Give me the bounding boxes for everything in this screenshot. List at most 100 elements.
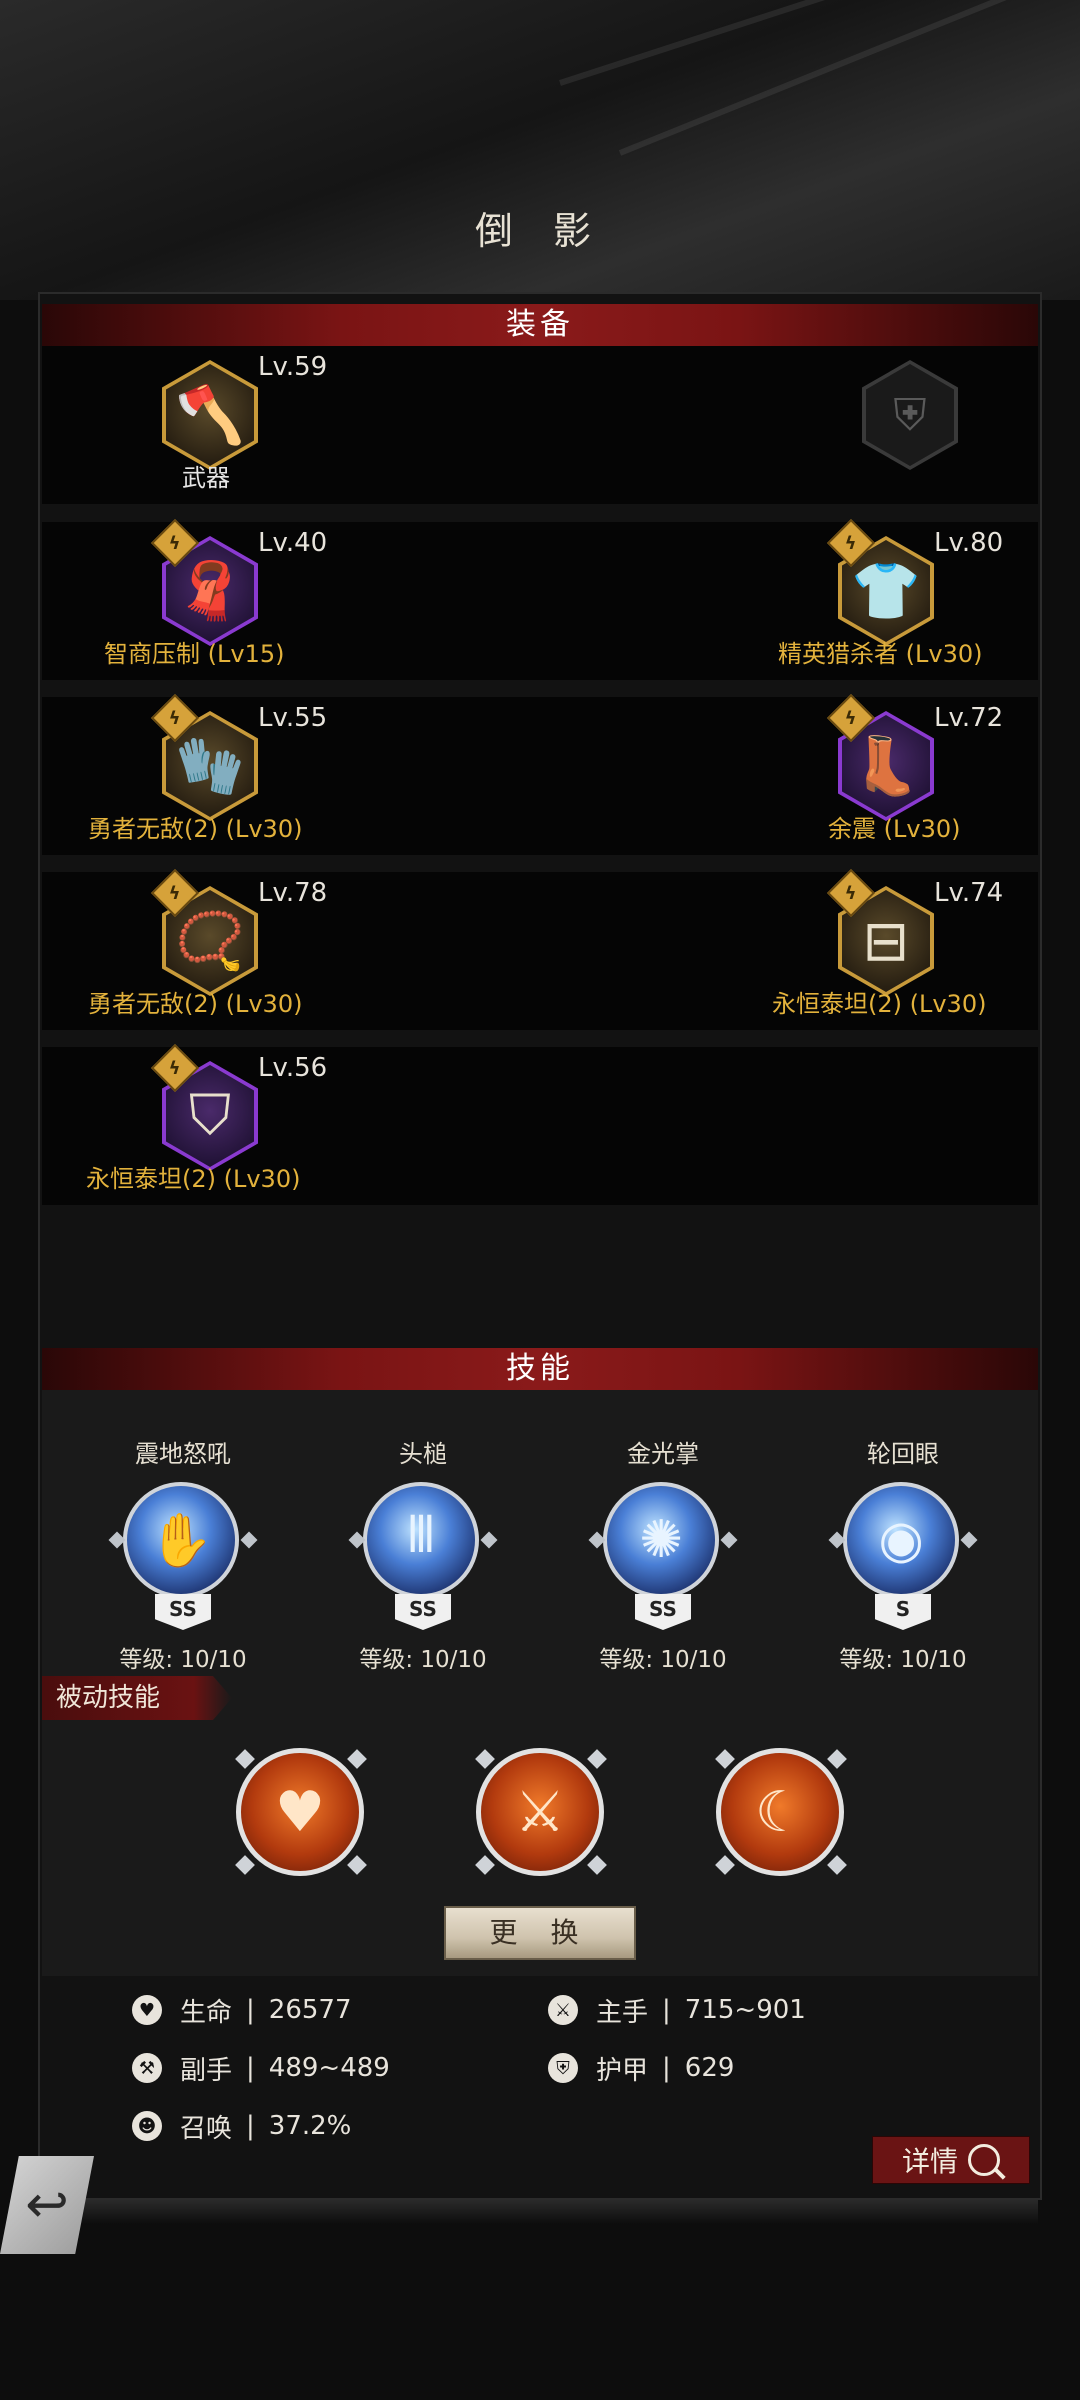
- passive-skill[interactable]: ⚔: [476, 1748, 604, 1876]
- stat-hp: ♥ 生命 | 26577: [132, 1990, 352, 2030]
- off-hand-icon: ⚒: [132, 2053, 162, 2083]
- orb-spike: [480, 1531, 498, 1549]
- weapon-level: Lv.59: [258, 352, 328, 382]
- item-name: 精英猎杀者 (Lv30): [778, 640, 983, 668]
- skill-orb: ✺: [603, 1482, 719, 1598]
- scarf-icon: 🧣: [175, 559, 245, 624]
- item-level: Lv.80: [934, 528, 1004, 558]
- skill-card[interactable]: 头槌 𝍫 SS 等级: 10/10: [313, 1434, 533, 1674]
- item-level: Lv.72: [934, 703, 1004, 733]
- item-name: 永恒泰坦(2) (Lv30): [86, 1165, 301, 1193]
- cloak-icon: ⛉: [189, 1083, 231, 1148]
- magnifier-icon: [968, 2144, 1000, 2176]
- equipment-slot[interactable]: 🧤 ϟ Lv.55 勇者无敌(2) (Lv30): [42, 693, 382, 855]
- stat-value: 715~901: [684, 1995, 806, 2025]
- back-arrow-icon: ↩: [25, 2175, 69, 2235]
- passive-skill[interactable]: ☾: [716, 1748, 844, 1876]
- item-level: Lv.74: [934, 878, 1004, 908]
- item-name: 勇者无敌(2) (Lv30): [88, 990, 303, 1018]
- heart-hands-icon: ♥: [274, 1779, 326, 1845]
- orb-spike: [240, 1531, 258, 1549]
- item-level: Lv.55: [258, 703, 328, 733]
- belt-icon: ⊟: [862, 908, 910, 974]
- equipment-row: ⛉ ϟ Lv.56 永恒泰坦(2) (Lv30): [42, 1043, 1038, 1205]
- axe-icon: 🪓: [175, 383, 245, 448]
- details-label: 详情: [901, 2145, 958, 2178]
- stat-label: 副手: [180, 2055, 233, 2086]
- skill-orb: 𝍫: [363, 1482, 479, 1598]
- passive-skill[interactable]: ♥: [236, 1748, 364, 1876]
- item-name: 勇者无敌(2) (Lv30): [88, 815, 303, 843]
- roar-icon: ✋: [148, 1510, 214, 1571]
- boots-icon: 👢: [851, 734, 921, 799]
- orb-spike: [720, 1531, 738, 1549]
- heart-icon: ♥: [132, 1995, 162, 2025]
- stat-off-hand: ⚒ 副手 | 489~489: [132, 2048, 390, 2088]
- weapon-frame: 🪓: [162, 360, 258, 470]
- skills-header: 技能: [42, 1348, 1038, 1390]
- skill-orb: ✋: [123, 1482, 239, 1598]
- item-name: 智商压制 (Lv15): [104, 640, 285, 668]
- armor-icon: 👕: [851, 559, 921, 624]
- headbutt-icon: 𝍫: [407, 1504, 434, 1565]
- top-background: [0, 0, 1080, 300]
- weapon-slot[interactable]: 🪓 Lv.59 武器: [42, 346, 382, 504]
- stat-value: 489~489: [268, 2053, 390, 2083]
- equipment-slot[interactable]: ⊟ ϟ Lv.74 永恒泰坦(2) (Lv30): [698, 868, 1038, 1030]
- skill-level: 等级: 10/10: [839, 1647, 967, 1673]
- stat-label: 主手: [596, 1997, 649, 2028]
- empty-equipment-slot[interactable]: ⛨: [698, 346, 1038, 504]
- weapon-name: 武器: [182, 464, 230, 492]
- item-name: 余震 (Lv30): [828, 815, 961, 843]
- equipment-slot[interactable]: 👢 ϟ Lv.72 余震 (Lv30): [698, 693, 1038, 855]
- stat-value: 37.2%: [268, 2111, 352, 2141]
- page-title: 倒 影: [474, 209, 606, 253]
- stat-armor: ⛨ 护甲 | 629: [548, 2048, 734, 2088]
- equipment-slot[interactable]: 👕 ϟ Lv.80 精英猎杀者 (Lv30): [698, 518, 1038, 680]
- skill-name: 头槌: [399, 1440, 447, 1468]
- equipment-row: 📿 ϟ Lv.78 勇者无敌(2) (Lv30) ⊟ ϟ Lv.74 永恒泰坦(…: [42, 868, 1038, 1030]
- panel-bottom-edge: [42, 2200, 1038, 2224]
- skill-name: 震地怒吼: [135, 1440, 231, 1468]
- elements-icon: ☾: [754, 1779, 806, 1845]
- stat-value: 629: [684, 2053, 735, 2083]
- item-name: 永恒泰坦(2) (Lv30): [772, 990, 987, 1018]
- equipment-header: 装备: [42, 304, 1038, 346]
- shield-icon: ⛨: [893, 389, 927, 441]
- stat-separator: |: [246, 2053, 255, 2083]
- back-button[interactable]: ↩: [0, 2156, 94, 2254]
- details-button[interactable]: 详情: [872, 2136, 1030, 2184]
- sword-icon: ⚔: [514, 1779, 566, 1845]
- stat-separator: |: [662, 1995, 671, 2025]
- skill-card[interactable]: 金光掌 ✺ SS 等级: 10/10: [553, 1434, 773, 1674]
- skill-card[interactable]: 轮回眼 ◉ S 等级: 10/10: [793, 1434, 1013, 1674]
- equipment-row: 🧤 ϟ Lv.55 勇者无敌(2) (Lv30) 👢 ϟ Lv.72 余震 (L…: [42, 693, 1038, 855]
- skill-grade: SS: [155, 1594, 211, 1630]
- orb-spike: [960, 1531, 978, 1549]
- skill-orb: ◉: [843, 1482, 959, 1598]
- stat-label: 召唤: [180, 2113, 233, 2144]
- summon-icon: ☻: [132, 2111, 162, 2141]
- skill-grade: S: [875, 1594, 931, 1630]
- swap-button[interactable]: 更 换: [444, 1906, 636, 1960]
- palm-icon: ✺: [639, 1510, 683, 1570]
- skill-grade: SS: [635, 1594, 691, 1630]
- stat-separator: |: [246, 2111, 255, 2141]
- skill-grade: SS: [395, 1594, 451, 1630]
- glove-icon: 🧤: [175, 734, 245, 799]
- equipment-row: 🧣 ϟ Lv.40 智商压制 (Lv15) 👕 ϟ Lv.80 精英猎杀者 (L…: [42, 518, 1038, 680]
- equipment-slot[interactable]: ⛉ ϟ Lv.56 永恒泰坦(2) (Lv30): [42, 1043, 382, 1205]
- stat-separator: |: [246, 1995, 255, 2025]
- passive-skills-label: 被动技能: [42, 1676, 232, 1720]
- item-level: Lv.78: [258, 878, 328, 908]
- stat-value: 26577: [268, 1995, 352, 2025]
- stat-label: 护甲: [596, 2055, 649, 2086]
- equipment-slot[interactable]: 🧣 ϟ Lv.40 智商压制 (Lv15): [42, 518, 382, 680]
- skill-name: 轮回眼: [867, 1440, 939, 1468]
- stat-summon: ☻ 召唤 | 37.2%: [132, 2106, 351, 2146]
- item-level: Lv.56: [258, 1053, 328, 1083]
- necklace-icon: 📿: [175, 909, 245, 974]
- stat-separator: |: [662, 2053, 671, 2083]
- skill-card[interactable]: 震地怒吼 ✋ SS 等级: 10/10: [73, 1434, 293, 1674]
- equipment-slot[interactable]: 📿 ϟ Lv.78 勇者无敌(2) (Lv30): [42, 868, 382, 1030]
